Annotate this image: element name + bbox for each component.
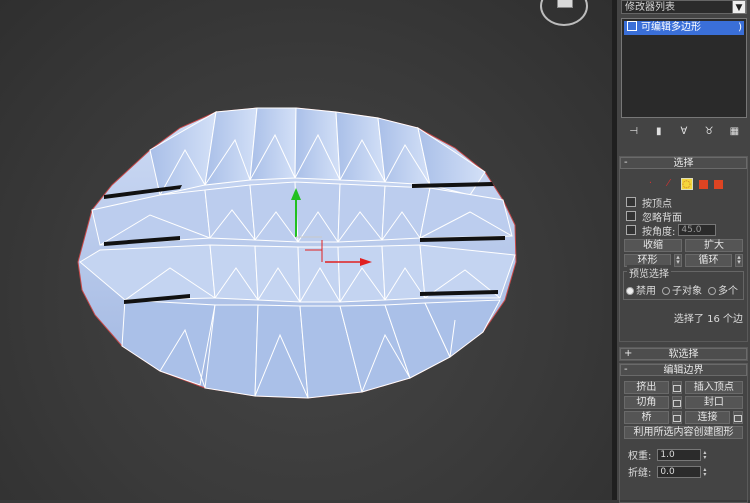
crease-input[interactable]: 0.0 — [657, 465, 702, 478]
mesh-face — [377, 117, 431, 186]
command-panel: 修改器列表 ▼ 可编辑多边形 ) ⊣ ▮ ∀ ♉ ▦ - 选择 · ⁄ ◌ 按顶… — [617, 0, 750, 503]
crease-row: 折缝: 0.0 ▴ ▾ — [628, 464, 747, 479]
perspective-viewport[interactable] — [0, 0, 612, 500]
stack-toolbar: ⊣ ▮ ∀ ♉ ▦ — [621, 124, 747, 140]
soft-selection-rollout: + 软选择 — [619, 347, 748, 361]
stack-item-editable-poly[interactable]: 可编辑多边形 ) — [624, 21, 744, 35]
modifier-list-dropdown[interactable]: 修改器列表 ▼ — [621, 0, 747, 14]
by-angle-row[interactable]: 按角度: 45.0 — [626, 223, 747, 238]
by-angle-checkbox[interactable] — [626, 225, 636, 235]
shrink-button[interactable]: 收缩 — [624, 239, 682, 252]
radio-icon — [662, 287, 670, 295]
grow-button[interactable]: 扩大 — [685, 239, 743, 252]
mesh-face — [204, 304, 259, 397]
modifier-list-label: 修改器列表 — [625, 2, 675, 13]
editable-poly-mesh[interactable] — [0, 0, 612, 500]
mesh-face — [209, 244, 259, 301]
selection-status: 选择了 16 个边 — [673, 314, 743, 325]
edit-edges-rollout: - 编辑边界 挤出 插入顶点 切角 封口 桥 连接 利用所选内容创建图形 权重:… — [619, 363, 748, 503]
create-shape-row: 利用所选内容创建图形 — [624, 426, 743, 439]
edit-edges-header[interactable]: - 编辑边界 — [620, 364, 747, 376]
create-shape-button[interactable]: 利用所选内容创建图形 — [624, 426, 743, 439]
expand-icon: + — [624, 348, 633, 359]
by-angle-label: 按角度: — [642, 226, 676, 238]
edit-edges-title: 编辑边界 — [663, 365, 704, 376]
crease-label: 折缝: — [628, 468, 652, 479]
extrude-settings-icon[interactable] — [671, 381, 682, 394]
preview-options: 禁用 子对象 多个 — [626, 282, 741, 297]
pin-stack-icon[interactable]: ⊣ — [627, 126, 641, 138]
selection-rollout: - 选择 · ⁄ ◌ 按顶点 忽略背面 按角度: 45.0 收缩 扩大 环形 ▴… — [619, 156, 748, 342]
connect-button[interactable]: 连接 — [685, 411, 730, 424]
selection-title: 选择 — [673, 158, 694, 169]
mesh-face — [249, 107, 297, 181]
radio-icon — [626, 287, 634, 295]
radio-icon — [708, 287, 716, 295]
mesh-face — [335, 111, 386, 183]
preview-option-label: 子对象 — [672, 286, 702, 297]
preview-option-label: 多个 — [718, 286, 738, 297]
mesh-face — [254, 304, 309, 399]
make-unique-icon[interactable]: ∀ — [677, 126, 691, 138]
chamfer-button[interactable]: 切角 — [624, 396, 669, 409]
selection-rollout-header[interactable]: - 选择 — [620, 157, 747, 169]
bridge-connect-row: 桥 连接 — [624, 411, 743, 424]
chevron-down-icon[interactable]: ▼ — [732, 0, 746, 14]
by-vertex-label: 按顶点 — [642, 198, 672, 210]
collapse-icon: - — [624, 157, 628, 168]
configure-sets-icon[interactable]: ▦ — [727, 126, 741, 138]
show-end-result-icon[interactable]: ▮ — [652, 126, 666, 138]
ignore-backfacing-label: 忽略背面 — [642, 212, 682, 224]
modifier-stack[interactable]: 可编辑多边形 ) — [621, 18, 747, 118]
ignore-backfacing-row[interactable]: 忽略背面 — [626, 209, 747, 224]
chamfer-cap-row: 切角 封口 — [624, 396, 743, 409]
border-level-icon[interactable]: ◌ — [680, 178, 693, 190]
bridge-button[interactable]: 桥 — [624, 411, 669, 424]
insert-vertex-button[interactable]: 插入顶点 — [684, 381, 743, 394]
ignore-backfacing-checkbox[interactable] — [626, 211, 636, 221]
preview-selection-title: 预览选择 — [627, 265, 671, 280]
element-level-icon[interactable] — [713, 180, 723, 189]
vertex-level-icon[interactable]: · — [645, 178, 657, 190]
mesh-face — [121, 299, 216, 386]
preview-subobject-option[interactable]: 子对象 — [662, 282, 702, 297]
remove-modifier-icon[interactable]: ♉ — [702, 126, 716, 138]
mesh-face — [381, 244, 426, 301]
shrink-grow-row: 收缩 扩大 — [624, 239, 743, 252]
preview-selection-group: 预览选择 禁用 子对象 多个 — [623, 265, 744, 300]
preview-disabled-option[interactable]: 禁用 — [626, 282, 656, 297]
weight-label: 权重: — [628, 451, 652, 462]
bulb-icon[interactable] — [627, 21, 637, 31]
edge-level-icon[interactable]: ⁄ — [663, 178, 675, 190]
preview-multi-option[interactable]: 多个 — [708, 282, 738, 297]
crease-spinner[interactable]: ▴ ▾ — [703, 466, 709, 477]
extrude-button[interactable]: 挤出 — [624, 381, 669, 394]
chamfer-settings-icon[interactable] — [671, 396, 682, 409]
polygon-level-icon[interactable] — [698, 180, 708, 189]
soft-selection-title: 软选择 — [668, 349, 699, 360]
cap-button[interactable]: 封口 — [684, 396, 743, 409]
weight-row: 权重: 1.0 ▴ ▾ — [628, 447, 747, 462]
mesh-face — [337, 183, 386, 243]
subobject-levels: · ⁄ ◌ — [620, 177, 747, 191]
by-vertex-row[interactable]: 按顶点 — [626, 195, 747, 210]
extrude-insert-row: 挤出 插入顶点 — [624, 381, 743, 394]
soft-selection-header[interactable]: + 软选择 — [620, 348, 747, 360]
loop-spinner[interactable]: ▴ ▾ — [735, 254, 743, 267]
stack-item-label: 可编辑多边形 — [641, 22, 701, 33]
collapse-icon: - — [624, 364, 628, 375]
by-vertex-checkbox[interactable] — [626, 197, 636, 207]
weight-input[interactable]: 1.0 — [657, 448, 702, 461]
loop-button[interactable]: 循环 — [685, 254, 733, 267]
weight-spinner[interactable]: ▴ ▾ — [703, 449, 709, 460]
connect-settings-icon[interactable] — [733, 411, 743, 424]
angle-input[interactable]: 45.0 — [678, 224, 717, 236]
expand-icon[interactable]: ) — [738, 21, 742, 35]
preview-option-label: 禁用 — [636, 286, 656, 297]
ring-spinner[interactable]: ▴ ▾ — [674, 254, 682, 267]
bridge-settings-icon[interactable] — [672, 411, 682, 424]
mesh-face — [294, 107, 341, 181]
